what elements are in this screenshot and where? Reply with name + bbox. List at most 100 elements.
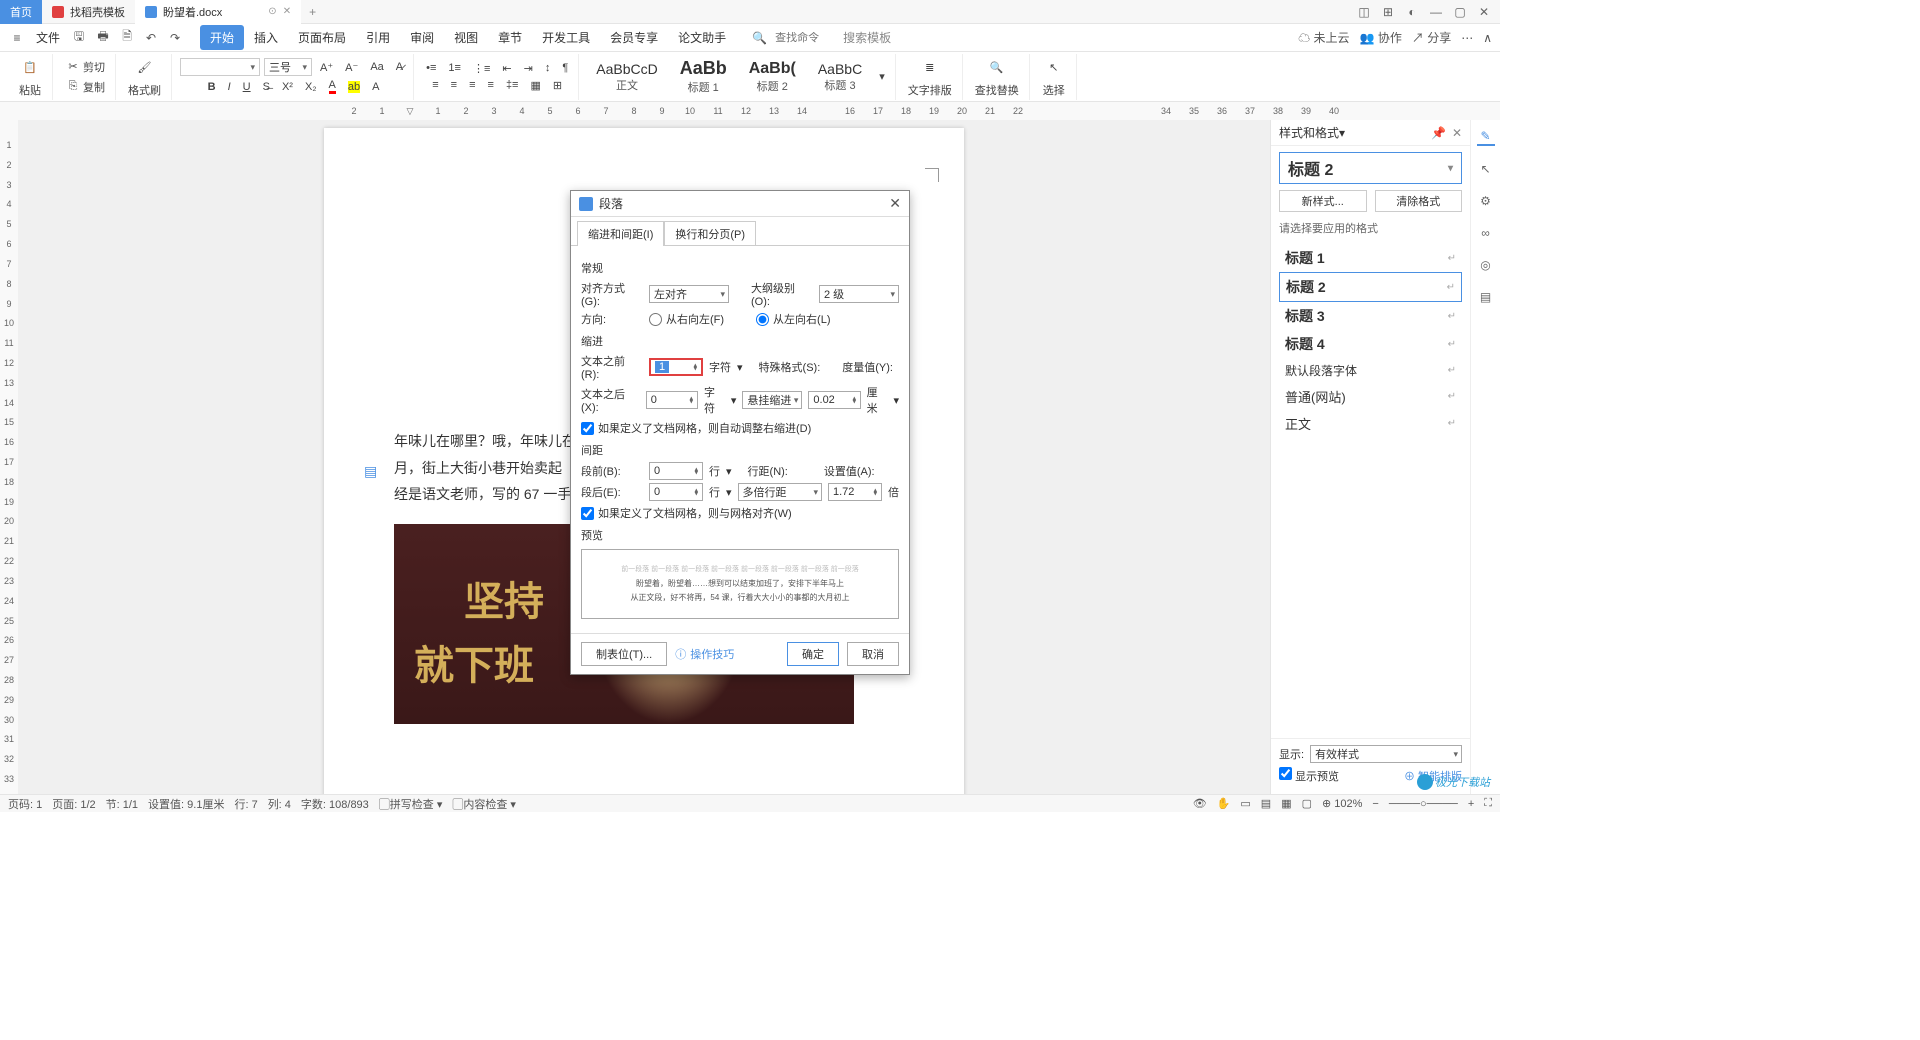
style-h1[interactable]: AaBb标题 1 [671, 55, 736, 98]
line-spacing-combo[interactable]: 多倍行距 [738, 483, 822, 501]
nav-icon[interactable]: ▤ [364, 458, 377, 485]
preview-icon[interactable]: 🗎 [118, 29, 136, 47]
copy-button[interactable]: ⎘复制 [61, 78, 109, 96]
ok-button[interactable]: 确定 [787, 642, 839, 666]
auto-indent-check[interactable]: 如果定义了文档网格，则自动调整右缩进(D) [581, 420, 899, 436]
view3-icon[interactable]: ▢ [1302, 797, 1312, 810]
status-content[interactable]: ▢内容检查 ▾ [452, 796, 516, 812]
find-replace-button[interactable]: 🔍查找替换 [971, 55, 1023, 99]
italic-icon[interactable]: I [224, 78, 235, 95]
format-painter-button[interactable]: 🖌格式刷 [124, 55, 165, 99]
dialog-tab-indent[interactable]: 缩进和间距(I) [577, 221, 664, 246]
align-left-icon[interactable]: ≡ [428, 78, 442, 93]
show-marks-icon[interactable]: ¶ [558, 61, 572, 76]
space-after-spinner[interactable]: 0 [649, 483, 703, 501]
grid-icon[interactable]: ⊞ [1380, 4, 1396, 20]
target-tool-icon[interactable]: ◎ [1477, 256, 1495, 274]
status-pageno[interactable]: 页码: 1 [8, 796, 42, 812]
set-value-spinner[interactable]: 1.72 [828, 483, 882, 501]
space-before-spinner[interactable]: 0 [649, 462, 703, 480]
font-color-icon[interactable]: A [325, 78, 340, 95]
view2-icon[interactable]: ▦ [1281, 797, 1291, 810]
status-words[interactable]: 字数: 108/893 [301, 796, 369, 812]
style-item-h1[interactable]: 标题 1↵ [1279, 244, 1462, 272]
template-search[interactable]: 搜索模板 [843, 29, 891, 46]
zoom-out-icon[interactable]: − [1372, 798, 1378, 810]
clear-format-button[interactable]: 清除格式 [1375, 190, 1463, 212]
line-spacing-icon[interactable]: ‡≡ [502, 78, 523, 93]
status-setting[interactable]: 设置值: 9.1厘米 [148, 796, 224, 812]
multilevel-icon[interactable]: ⋮≡ [469, 61, 494, 76]
superscript-icon[interactable]: X² [278, 78, 297, 95]
avatar-icon[interactable]: ◐ [1404, 4, 1420, 20]
outline-combo[interactable]: 2 级 [819, 285, 899, 303]
tab-add[interactable]: + [301, 5, 324, 19]
link-tool-icon[interactable]: ∞ [1477, 224, 1495, 242]
tab-home[interactable]: 首页 [0, 0, 42, 24]
style-normal[interactable]: AaBbCcD正文 [587, 58, 666, 96]
align-combo[interactable]: 左对齐 [649, 285, 729, 303]
sort-icon[interactable]: ↕ [541, 61, 555, 76]
select-tool-icon[interactable]: ↖ [1477, 160, 1495, 178]
style-item-normal-web[interactable]: 普通(网站)↵ [1279, 383, 1462, 410]
fullscreen-icon[interactable]: ⛶ [1484, 797, 1492, 810]
command-input[interactable] [775, 32, 835, 44]
indent-before-spinner[interactable]: 1 [649, 358, 703, 376]
close-icon[interactable]: ✕ [1476, 4, 1492, 20]
style-h3[interactable]: AaBbC标题 3 [809, 58, 871, 96]
dialog-tab-pagination[interactable]: 换行和分页(P) [664, 221, 756, 246]
redo-icon[interactable]: ↷ [166, 29, 184, 47]
current-style[interactable]: 标题 2▾ [1279, 152, 1462, 184]
tab-templates[interactable]: 找稻壳模板 [42, 0, 135, 24]
ruler-horizontal[interactable]: 21▽1234567891011121314 16171819202122 34… [0, 102, 1500, 120]
menu-tab-dev[interactable]: 开发工具 [532, 25, 600, 50]
menu-tab-vip[interactable]: 会员专享 [600, 25, 668, 50]
menu-tab-review[interactable]: 审阅 [400, 25, 444, 50]
bold-icon[interactable]: B [204, 78, 220, 95]
status-col[interactable]: 列: 4 [268, 796, 291, 812]
edit-tool-icon[interactable]: ✎ [1477, 128, 1495, 146]
cut-button[interactable]: ✂剪切 [61, 58, 109, 76]
style-item-body[interactable]: 正文↵ [1279, 410, 1462, 437]
char-shading-icon[interactable]: A [368, 78, 383, 95]
zoom-indicator[interactable]: ⊕ 102% [1322, 797, 1362, 810]
align-right-icon[interactable]: ≡ [465, 78, 479, 93]
maximize-icon[interactable]: ▢ [1452, 4, 1468, 20]
styles-more-icon[interactable]: ▾ [875, 69, 889, 84]
tab-close-icon[interactable]: ⊙ [268, 6, 276, 17]
tabstops-button[interactable]: 制表位(T)... [581, 642, 667, 666]
status-page[interactable]: 页面: 1/2 [52, 796, 95, 812]
cancel-button[interactable]: 取消 [847, 642, 899, 666]
increase-indent-icon[interactable]: ⇥ [520, 61, 537, 76]
tips-link[interactable]: ⓘ操作技巧 [675, 646, 734, 662]
dialog-close-icon[interactable]: ✕ [889, 195, 901, 212]
underline-icon[interactable]: U [239, 78, 255, 95]
collab-button[interactable]: 👥 协作 [1360, 29, 1402, 46]
command-search[interactable]: 🔍 搜索模板 [752, 29, 891, 46]
subscript-icon[interactable]: X₂ [301, 78, 321, 95]
grow-font-icon[interactable]: A⁺ [316, 58, 337, 76]
new-style-button[interactable]: 新样式... [1279, 190, 1367, 212]
appearance-icon[interactable]: ◫ [1356, 4, 1372, 20]
tab-document[interactable]: 盼望着.docx ⊙ ✕ [135, 0, 301, 24]
settings-tool-icon[interactable]: ⚙ [1477, 192, 1495, 210]
font-size-combo[interactable]: 三号 [264, 58, 312, 76]
undo-icon[interactable]: ↶ [142, 29, 160, 47]
print-icon[interactable]: 🖶 [94, 29, 112, 47]
align-center-icon[interactable]: ≡ [447, 78, 461, 93]
style-item-h3[interactable]: 标题 3↵ [1279, 302, 1462, 330]
select-button[interactable]: ↖选择 [1038, 55, 1070, 99]
menu-tab-layout[interactable]: 页面布局 [288, 25, 356, 50]
menu-tab-ref[interactable]: 引用 [356, 25, 400, 50]
shading-icon[interactable]: ▦ [526, 78, 544, 93]
style-item-default[interactable]: 默认段落字体↵ [1279, 358, 1462, 383]
menu-tab-start[interactable]: 开始 [200, 25, 244, 50]
show-preview-check[interactable]: 显示预览 [1279, 767, 1339, 784]
hamburger-icon[interactable]: ≡ [8, 29, 26, 47]
hand-icon[interactable]: ✋ [1217, 797, 1231, 810]
style-item-h2[interactable]: 标题 2↵ [1279, 272, 1462, 302]
numbering-icon[interactable]: 1≡ [444, 61, 465, 76]
clear-format-icon[interactable]: A̷ [392, 58, 407, 76]
minimize-icon[interactable]: — [1428, 4, 1444, 20]
menu-tab-chapter[interactable]: 章节 [488, 25, 532, 50]
